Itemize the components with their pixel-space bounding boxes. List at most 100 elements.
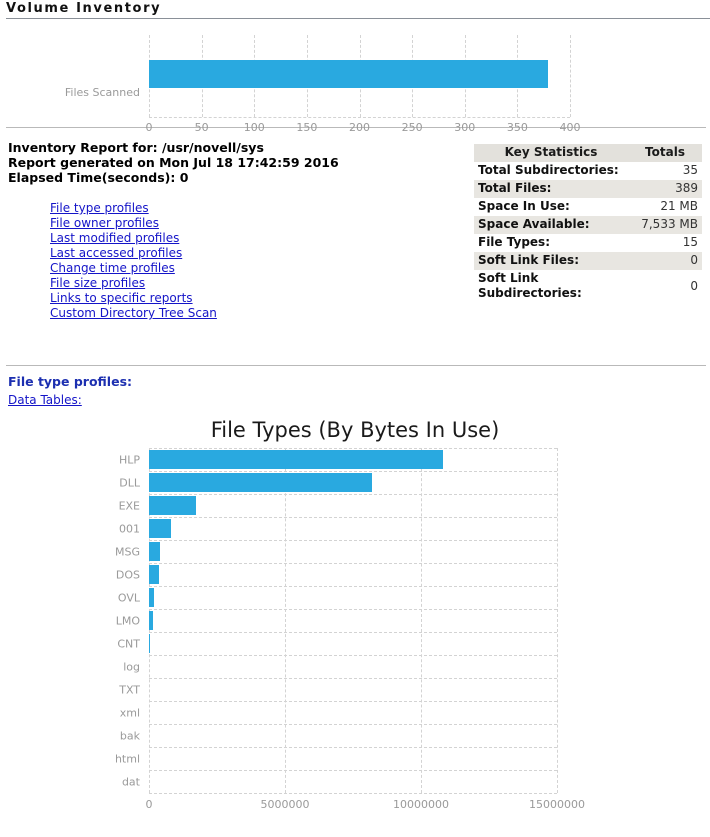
category-label-EXE: EXE [118, 499, 140, 512]
x-tick-label: 200 [349, 121, 370, 134]
x-tick-label: 150 [296, 121, 318, 134]
section-divider-2 [6, 365, 706, 366]
file-types-chart: HLP DLL EXE 001 MSG DOS OVL LMO CNT log TXT xml bak h… [0, 448, 710, 811]
x-tick-label: 5000000 [260, 798, 310, 811]
category-label-xml: xml [119, 706, 140, 719]
x-tick-label: 400 [559, 121, 581, 134]
category-label-DLL: DLL [119, 476, 140, 489]
category-label-HLP: HLP [118, 453, 140, 466]
key-statistics-header: Key Statistics [474, 144, 628, 162]
report-link-6[interactable]: Links to specific reports [50, 291, 193, 306]
gridline [149, 517, 557, 518]
gridline [149, 563, 557, 564]
bar-LMO [149, 611, 154, 630]
stat-value: 389 [628, 180, 702, 198]
category-label-DOS: DOS [115, 568, 140, 581]
stat-label: Soft Link Subdirectories: [478, 271, 582, 300]
category-label-bak: bak [119, 729, 140, 742]
report-link-4[interactable]: Change time profiles [50, 261, 175, 276]
table-row: File Types: 15 [474, 234, 702, 252]
category-label-OVL: OVL [117, 591, 140, 604]
bar-DOS [149, 565, 159, 584]
gridline [149, 701, 557, 702]
x-tick-label: 0 [145, 121, 153, 134]
gridline [557, 448, 558, 793]
category-label-LMO: LMO [115, 614, 140, 627]
file-type-profiles-heading: File type profiles: [8, 374, 133, 389]
table-row: Space In Use: 21 MB [474, 198, 702, 216]
table-row: Soft Link Files: 0 [474, 252, 702, 270]
table-row: Total Subdirectories: 35 [474, 162, 702, 180]
report-link-0[interactable]: File type profiles [50, 201, 149, 216]
category-label-MSG: MSG [115, 545, 140, 558]
gridline [149, 724, 557, 725]
report-link-5[interactable]: File size profiles [50, 276, 145, 291]
category-label-TXT: TXT [119, 683, 140, 696]
x-tick-label: 15000000 [529, 798, 585, 811]
key-statistics-table: Key Statistics Totals Total Subdirectori… [474, 144, 702, 303]
axis-line [149, 117, 570, 118]
x-tick-label: 100 [243, 121, 265, 134]
file-types-plot-area [149, 448, 558, 794]
report-link-2[interactable]: Last modified profiles [50, 231, 179, 246]
table-row: Total Files: 389 [474, 180, 702, 198]
report-link-7[interactable]: Custom Directory Tree Scan [50, 306, 217, 321]
stat-value: 0 [690, 278, 698, 293]
stat-label: File Types: [478, 235, 550, 249]
stat-value: 15 [682, 235, 698, 249]
gridline [149, 471, 557, 472]
bar-001 [149, 519, 172, 538]
gridline [149, 793, 557, 794]
bar-files-scanned [149, 60, 548, 88]
files-scanned-chart: Files Scanned 0 50 100 150 200 250 300 350 400 [0, 29, 710, 134]
stat-label: Space In Use: [478, 199, 570, 213]
stat-value: 21 MB [660, 199, 698, 213]
gridline [149, 540, 557, 541]
category-label-001: 001 [119, 522, 140, 535]
report-link-1[interactable]: File owner profiles [50, 216, 159, 231]
stat-value: 7,533 MB [628, 216, 702, 234]
table-row: Space Available: 7,533 MB [474, 216, 702, 234]
x-tick-label: 250 [401, 121, 423, 134]
gridline [149, 678, 557, 679]
bar-MSG [149, 542, 160, 561]
category-label-html: html [114, 752, 140, 765]
x-tick-label: 300 [454, 121, 476, 134]
category-label-CNT: CNT [117, 637, 140, 650]
gridline [149, 747, 557, 748]
x-tick-label: 350 [506, 121, 528, 134]
file-types-chart-title: File Types (By Bytes In Use) [210, 418, 500, 442]
table-row: Soft Link Subdirectories: 0 [474, 270, 702, 303]
gridline [149, 609, 557, 610]
gridline [149, 494, 557, 495]
gridline [149, 586, 557, 587]
stat-label: Space Available: [474, 216, 628, 234]
page-title: Volume Inventory [6, 1, 162, 16]
gridline [285, 448, 286, 793]
stat-value: 0 [628, 252, 702, 270]
stat-label: Total Files: [474, 180, 628, 198]
files-scanned-plot-area [149, 35, 571, 118]
data-tables-link[interactable]: Data Tables: [8, 393, 82, 407]
report-link-3[interactable]: Last accessed profiles [50, 246, 182, 261]
file-type-profiles-section: File type profiles: Data Tables: [0, 374, 710, 408]
bar-HLP [149, 450, 443, 469]
x-tick-label: 0 [145, 798, 153, 811]
stat-label: Total Subdirectories: [478, 163, 619, 177]
bar-DLL [149, 473, 373, 492]
x-tick-label: 50 [194, 121, 209, 134]
x-tick-label: 10000000 [393, 798, 449, 811]
category-label-dat: dat [121, 775, 140, 788]
gridline [149, 655, 557, 656]
header-divider [6, 18, 710, 19]
stat-value: 35 [682, 163, 698, 177]
gridline [149, 448, 557, 449]
totals-header: Totals [628, 144, 702, 162]
stat-label: Soft Link Files: [474, 252, 628, 270]
bar-CNT [149, 634, 151, 653]
category-label-log: log [123, 660, 140, 673]
table-header-row: Key Statistics Totals [474, 144, 702, 162]
gridline [421, 448, 422, 793]
gridline [570, 35, 571, 117]
files-scanned-category-label: Files Scanned [64, 86, 140, 99]
